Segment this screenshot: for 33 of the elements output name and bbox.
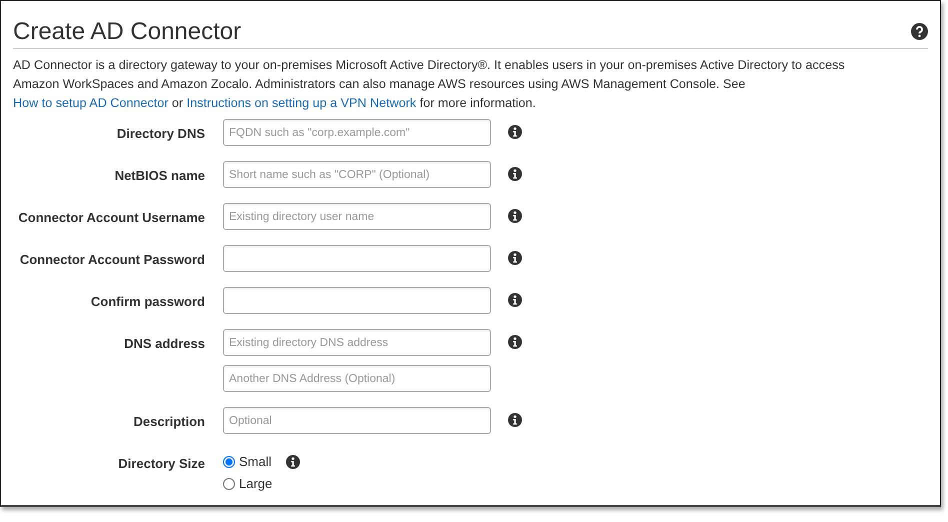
radio-label: Large	[239, 474, 272, 493]
info-icon[interactable]	[508, 125, 522, 140]
input-field[interactable]: Optional	[223, 407, 491, 434]
input-field[interactable]	[223, 287, 491, 314]
field-label: Connector Account Password	[18, 251, 205, 270]
field-label: Confirm password	[90, 293, 205, 312]
input-field[interactable]	[223, 245, 491, 272]
info-icon[interactable]	[508, 335, 522, 350]
radio-label: Small	[239, 453, 272, 472]
input-field[interactable]: Another DNS Address (Optional)	[223, 365, 491, 392]
help-icon[interactable]	[911, 23, 928, 40]
help-link[interactable]: How to setup AD Connector	[13, 96, 168, 110]
info-icon[interactable]	[286, 455, 300, 470]
input-field[interactable]: Existing directory DNS address	[223, 329, 491, 356]
field-label: Description	[132, 413, 205, 432]
info-icon[interactable]	[508, 209, 522, 224]
info-icon[interactable]	[508, 293, 522, 308]
field-label: DNS address	[123, 335, 205, 354]
field-label: Directory Size	[117, 455, 205, 474]
help-link[interactable]: Instructions on setting up a VPN Network	[186, 96, 416, 110]
info-icon[interactable]	[508, 251, 522, 266]
radio-button[interactable]	[223, 456, 235, 468]
radio-button[interactable]	[223, 478, 235, 490]
input-field[interactable]: Short name such as "CORP" (Optional)	[223, 161, 491, 188]
intro-paragraph: AD Connector is a directory gateway to your on-premises Microsoft Active Directory®. It enables users in your on-premises Active Directory to access Amazon WorkSpaces and Amazon Zocalo. Administrators can also manage AWS resources using AWS Management Console. See How to setup AD Connector or Instructions on setting up a VPN Network for more information.	[13, 57, 846, 112]
field-label: Directory DNS	[116, 125, 205, 144]
input-field[interactable]: FQDN such as "corp.example.com"	[223, 119, 491, 146]
field-label: Connector Account Username	[17, 209, 205, 228]
input-field[interactable]: Existing directory user name	[223, 203, 491, 230]
info-icon[interactable]	[508, 167, 522, 182]
field-label: NetBIOS name	[114, 167, 205, 186]
page-title: Create AD Connector	[13, 19, 242, 46]
info-icon[interactable]	[508, 413, 522, 428]
